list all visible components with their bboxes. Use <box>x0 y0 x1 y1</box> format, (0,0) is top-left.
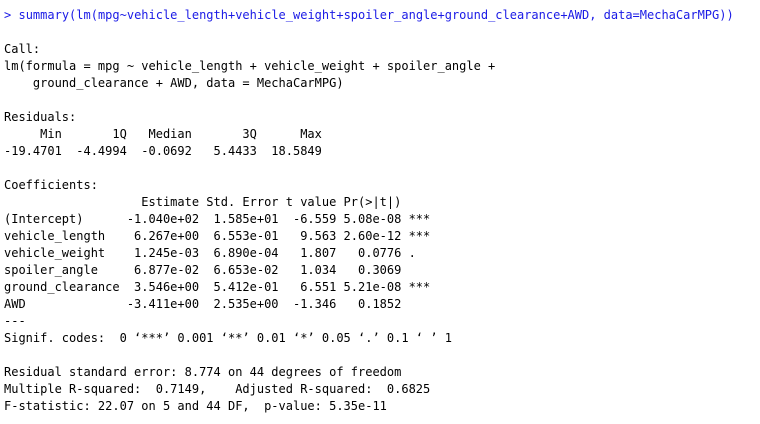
coefficients-separator: --- <box>4 314 26 328</box>
residuals-values: -19.4701 -4.4994 -0.0692 5.4433 18.5849 <box>4 144 330 158</box>
r-squared: Multiple R-squared: 0.7149, Adjusted R-s… <box>4 382 438 396</box>
residual-standard-error: Residual standard error: 8.774 on 44 deg… <box>4 365 402 379</box>
call-formula-line-2: ground_clearance + AWD, data = MechaCarM… <box>4 76 344 90</box>
r-console-output: > summary(lm(mpg~vehicle_length+vehicle_… <box>4 7 756 415</box>
call-formula-line-1: lm(formula = mpg ~ vehicle_length + vehi… <box>4 59 503 73</box>
residuals-header: Residuals: <box>4 110 77 124</box>
console-prompt: > <box>4 8 12 22</box>
call-header: Call: <box>4 42 41 56</box>
console-command-text: summary(lm(mpg~vehicle_length+vehicle_we… <box>18 8 734 22</box>
coefficient-row-awd: AWD -3.411e+00 2.535e+00 -1.346 0.1852 <box>4 297 431 311</box>
coefficient-row-intercept: (Intercept) -1.040e+02 1.585e+01 -6.559 … <box>4 212 431 226</box>
coefficient-row-ground-clearance: ground_clearance 3.546e+00 5.412e-01 6.5… <box>4 280 431 294</box>
coefficient-row-spoiler-angle: spoiler_angle 6.877e-02 6.653e-02 1.034 … <box>4 263 431 277</box>
signif-codes: Signif. codes: 0 ‘***’ 0.001 ‘**’ 0.01 ‘… <box>4 331 452 345</box>
coefficients-column-headers: Estimate Std. Error t value Pr(>|t|) <box>4 195 431 209</box>
coefficient-row-vehicle-weight: vehicle_weight 1.245e-03 6.890e-04 1.807… <box>4 246 431 260</box>
console-command-line: > summary(lm(mpg~vehicle_length+vehicle_… <box>4 7 756 24</box>
coefficient-row-vehicle-length: vehicle_length 6.267e+00 6.553e-01 9.563… <box>4 229 431 243</box>
f-statistic: F-statistic: 22.07 on 5 and 44 DF, p-val… <box>4 399 387 413</box>
coefficients-header: Coefficients: <box>4 178 98 192</box>
residuals-labels: Min 1Q Median 3Q Max <box>4 127 330 141</box>
